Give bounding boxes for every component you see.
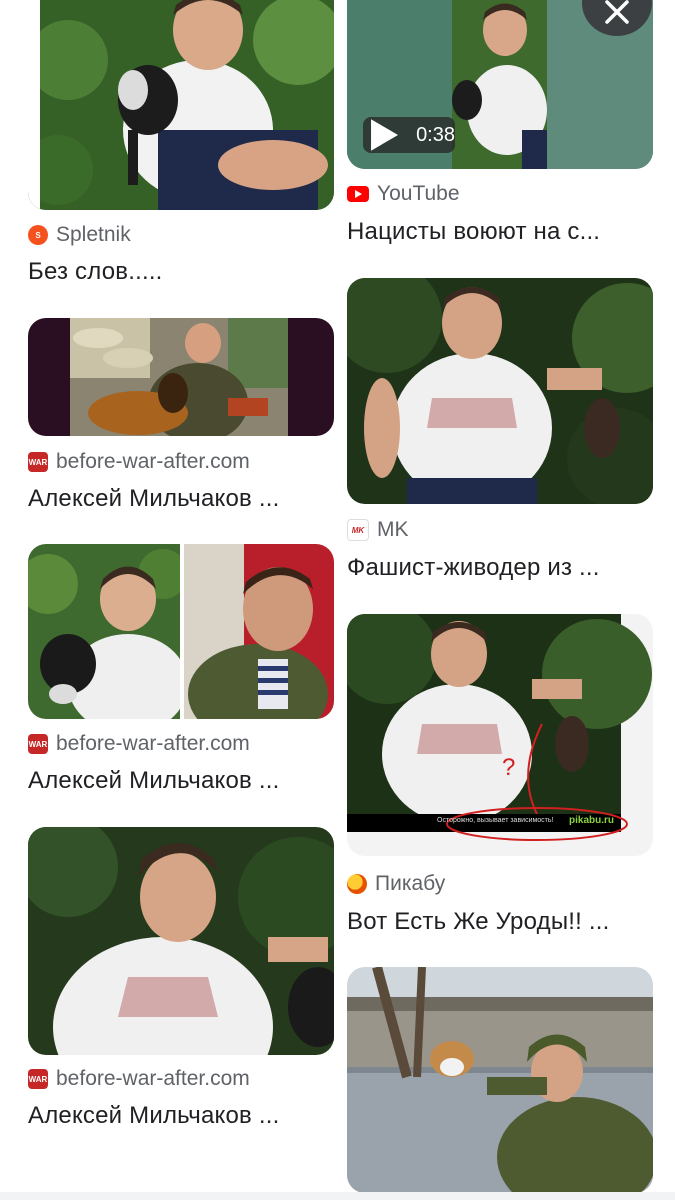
result-source[interactable]: WAR before-war-after.com bbox=[28, 1067, 250, 1091]
mk-icon: MK bbox=[347, 519, 369, 541]
result-title[interactable]: Без слов..... bbox=[28, 258, 334, 286]
result-title[interactable]: Алексей Мильчаков ... bbox=[28, 485, 334, 513]
video-duration-badge: 0:38 bbox=[363, 117, 455, 153]
source-name: before-war-after.com bbox=[56, 450, 250, 473]
result-source[interactable]: MK MK bbox=[347, 518, 409, 542]
pikabu-icon bbox=[347, 874, 367, 894]
source-name: YouTube bbox=[377, 182, 460, 205]
result-title[interactable]: Алексей Мильчаков ... bbox=[28, 1102, 334, 1130]
war-icon: WAR bbox=[28, 452, 48, 472]
result-image[interactable] bbox=[28, 0, 334, 210]
youtube-icon bbox=[347, 186, 369, 202]
source-name: before-war-after.com bbox=[56, 732, 250, 755]
spletnik-icon: S bbox=[28, 225, 48, 245]
result-image[interactable]: ? Осторожно, вызывает зависимость! pikab… bbox=[347, 614, 653, 856]
war-icon: WAR bbox=[28, 734, 48, 754]
source-name: Пикабу bbox=[375, 872, 446, 895]
result-source[interactable]: WAR before-war-after.com bbox=[28, 450, 250, 474]
result-title[interactable]: Фашист-живодер из ... bbox=[347, 554, 653, 582]
result-title[interactable]: Нацисты воюют на с... bbox=[347, 218, 653, 246]
source-name: Spletnik bbox=[56, 223, 131, 246]
source-name: before-war-after.com bbox=[56, 1067, 250, 1090]
result-title[interactable]: Вот Есть Же Уроды!! ... bbox=[347, 908, 653, 936]
result-image[interactable] bbox=[347, 967, 653, 1193]
result-source[interactable]: S Spletnik bbox=[28, 223, 131, 247]
bottom-edge bbox=[0, 1192, 675, 1200]
image-question-mark: ? bbox=[502, 754, 516, 781]
result-title[interactable]: Алексей Мильчаков ... bbox=[28, 767, 334, 795]
play-icon bbox=[371, 119, 399, 151]
result-image[interactable] bbox=[28, 544, 334, 719]
result-source[interactable]: YouTube bbox=[347, 182, 460, 206]
duration-text: 0:38 bbox=[416, 123, 455, 146]
result-source[interactable]: WAR before-war-after.com bbox=[28, 732, 250, 756]
result-image[interactable] bbox=[347, 278, 653, 504]
result-source[interactable]: Пикабу bbox=[347, 872, 445, 896]
image-caption: Осторожно, вызывает зависимость! bbox=[437, 817, 554, 824]
pikabu-watermark: pikabu.ru bbox=[569, 815, 615, 826]
close-icon bbox=[605, 0, 629, 24]
result-image[interactable] bbox=[28, 318, 334, 436]
source-name: MK bbox=[377, 518, 409, 541]
war-icon: WAR bbox=[28, 1069, 48, 1089]
result-image[interactable] bbox=[28, 827, 334, 1055]
